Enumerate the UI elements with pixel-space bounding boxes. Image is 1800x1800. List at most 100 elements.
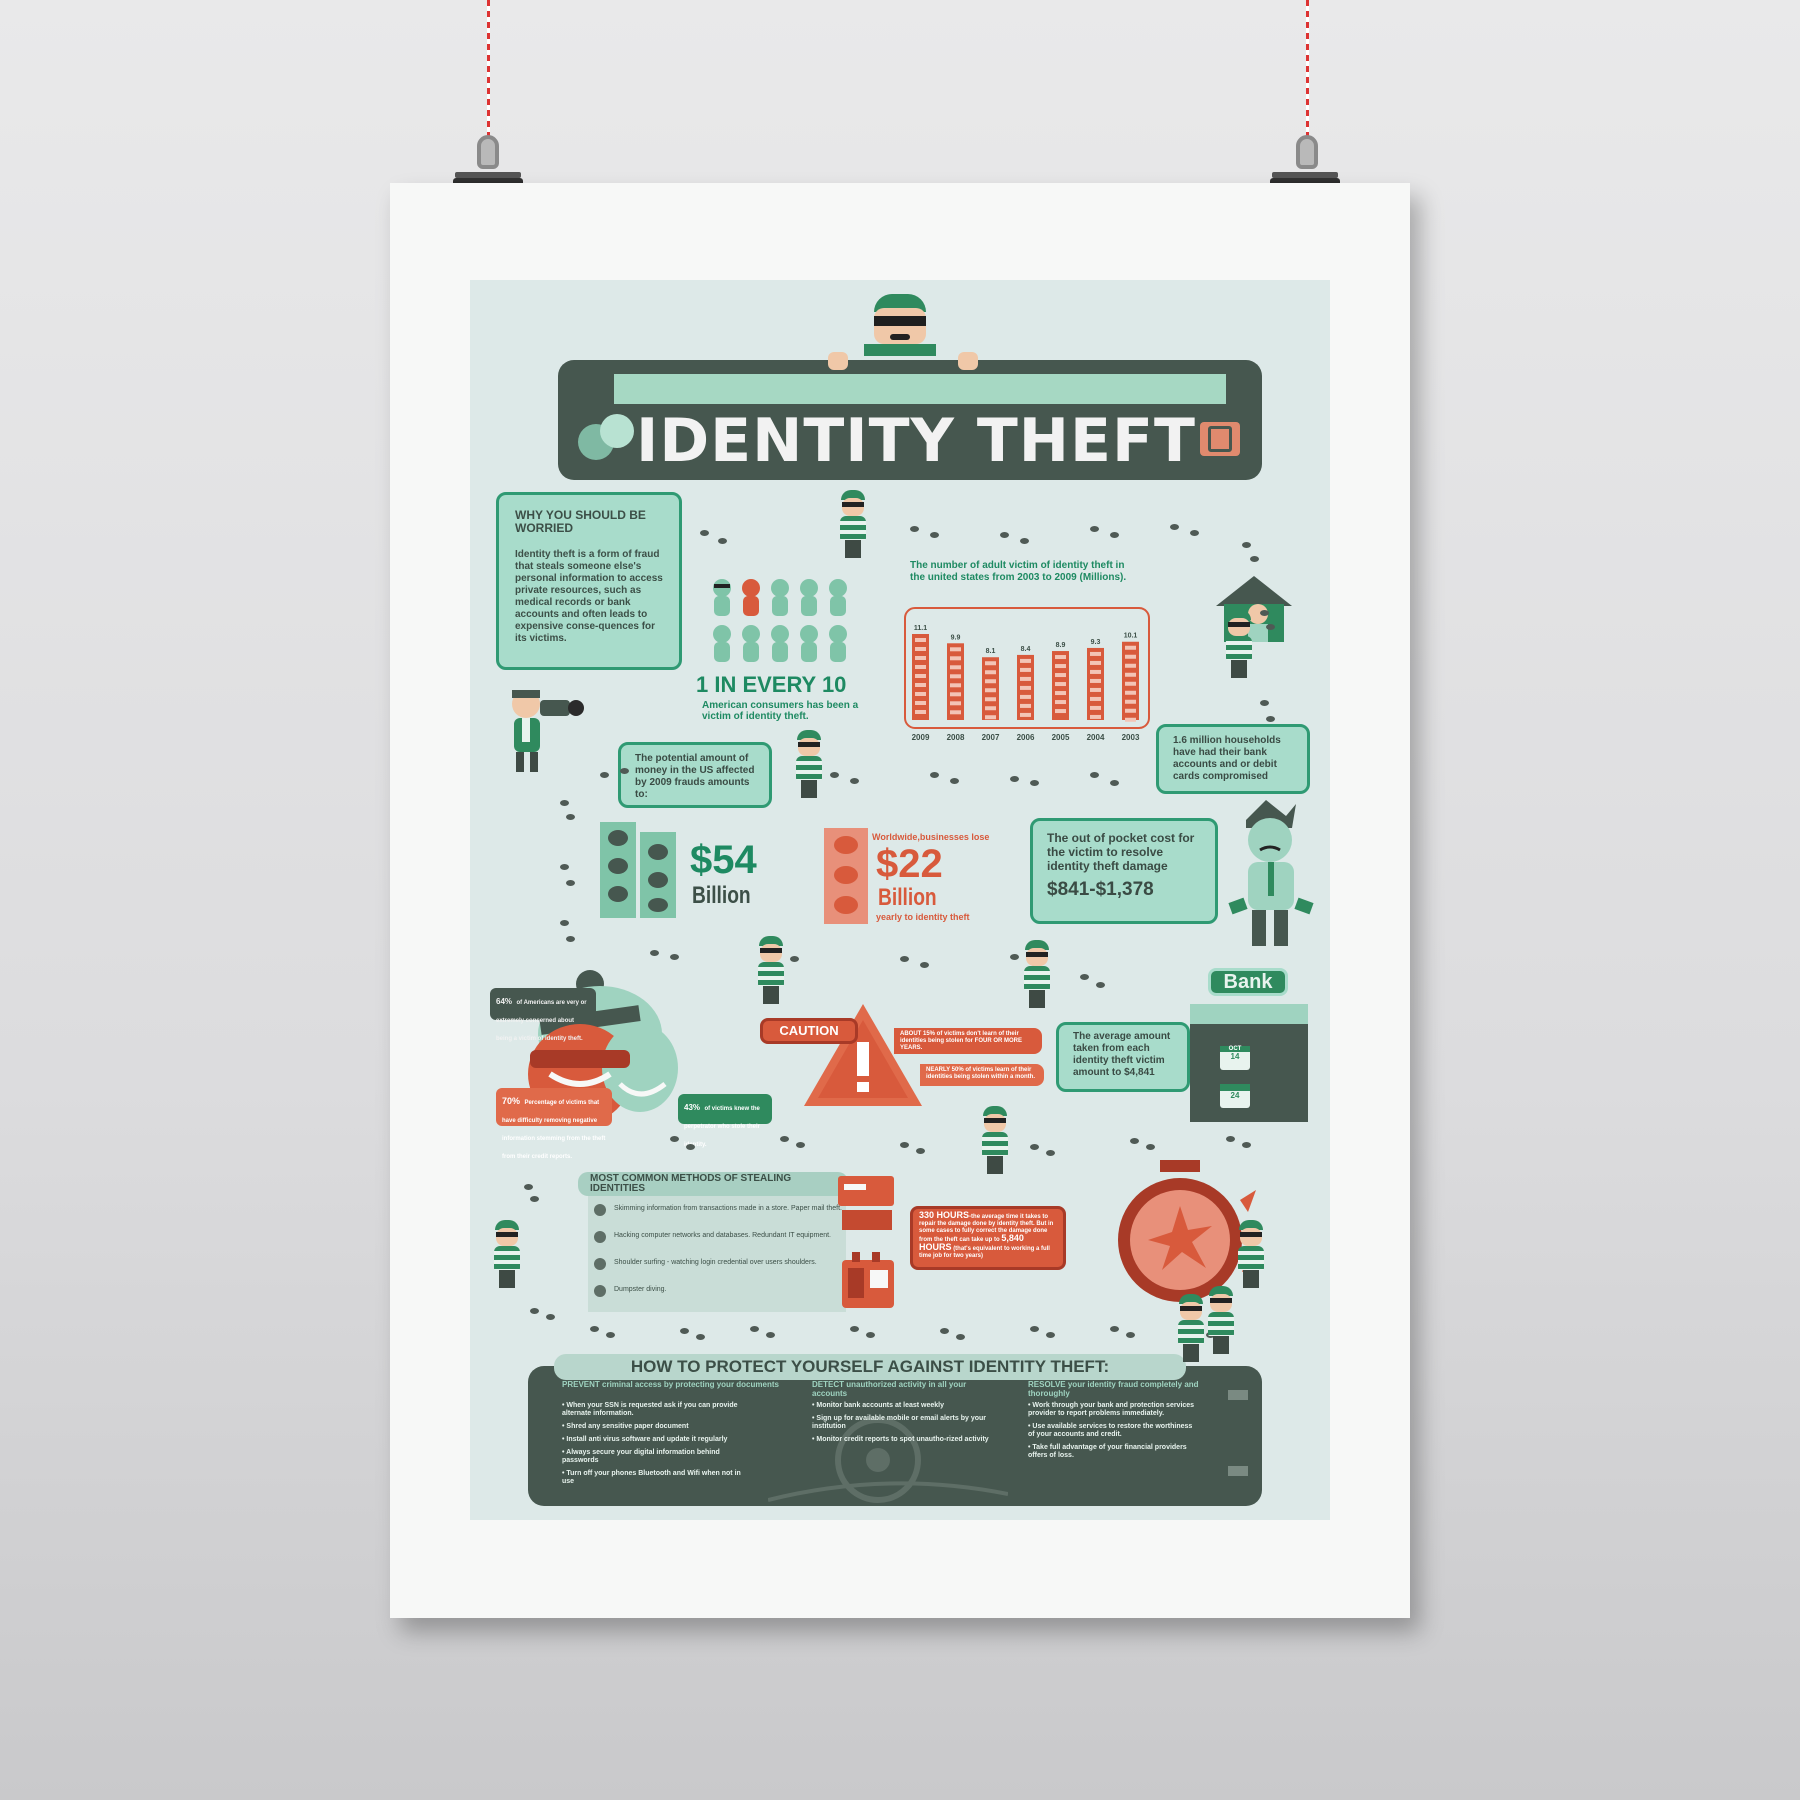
why-worried-heading: WHY YOU SHOULD BE WORRIED <box>515 508 646 535</box>
chart-bar-stripe <box>985 661 996 666</box>
chart-value-label: 11.1 <box>914 625 927 632</box>
footprint-icon <box>830 772 839 778</box>
red-money-stack-icon <box>824 828 868 924</box>
footprint-icon <box>566 880 575 886</box>
chip-card-icon <box>1200 422 1240 456</box>
chart-bar-stripe <box>1020 712 1031 717</box>
footprint-icon <box>1146 1144 1155 1150</box>
protect-tip: • Sign up for available mobile or email … <box>812 1415 986 1430</box>
protect-tip: • Shred any sensitive paper document <box>562 1423 689 1430</box>
footprint-icon <box>866 1332 875 1338</box>
footprint-icon <box>930 532 939 538</box>
footprint-icon <box>560 800 569 806</box>
footprint-icon <box>1190 530 1199 536</box>
chart-bar <box>947 643 964 720</box>
protect-col3-list: • Work through your bank and protection … <box>1028 1402 1198 1465</box>
calendar-day-1: 14 <box>1230 1052 1240 1061</box>
footprint-icon <box>1170 524 1179 530</box>
footprint-icon <box>696 1334 705 1340</box>
clip-ring-right <box>1296 135 1318 169</box>
protect-tip: • Install anti virus software and update… <box>562 1436 728 1443</box>
footprint-icon <box>910 526 919 532</box>
footprint-icon <box>920 962 929 968</box>
footprint-icon <box>670 954 679 960</box>
footprint-icon <box>700 530 709 536</box>
chart-value-label: 10.1 <box>1124 633 1138 640</box>
chart-value-label: 9.3 <box>1091 639 1101 646</box>
protect-tip: • Use available services to restore the … <box>1028 1423 1193 1438</box>
sad-man-illustration <box>1226 800 1316 950</box>
chart-tick-label: 2009 <box>912 733 930 742</box>
difficulty-text: Percentage of victims that have difficul… <box>502 1100 606 1160</box>
difficulty-pct: 70% <box>502 1096 521 1106</box>
footprint-icon <box>1096 982 1105 988</box>
ratio-headline: 1 IN EVERY 10 <box>696 672 847 697</box>
footprint-icon <box>560 864 569 870</box>
chart-bar-stripe <box>950 701 961 706</box>
households-text: 1.6 million households have had their ba… <box>1173 735 1281 782</box>
footprint-icon <box>1090 772 1099 778</box>
footprint-icon <box>950 778 959 784</box>
footprint-icon <box>1130 1138 1139 1144</box>
chart-bar <box>1122 641 1139 720</box>
footprint-icon <box>590 1326 599 1332</box>
chart-bar-stripe <box>1125 717 1136 722</box>
worldwide-lead: Worldwide,businesses lose <box>872 832 990 842</box>
worldwide-tail: yearly to identity theft <box>876 912 970 922</box>
footprint-icon <box>530 1196 539 1202</box>
knew-text: of victims knew the perpetrator who stol… <box>684 1106 761 1148</box>
pocket-cost-text: The out of pocket cost for the victim to… <box>1047 831 1195 873</box>
chart-bar-stripe <box>985 688 996 693</box>
thief-illustration <box>490 1220 524 1290</box>
chart-bar-stripe <box>1090 660 1101 665</box>
credit-card-illustration <box>832 1170 902 1320</box>
chart-bar-stripe <box>1020 667 1031 672</box>
protect-tip: • Monitor bank accounts at least weekly <box>812 1402 944 1409</box>
pocket-cost-range: $841-$1,378 <box>1047 879 1154 900</box>
chart-bar-stripe <box>915 710 926 714</box>
hours-box: 330 HOURS-the average time it takes to r… <box>910 1206 1066 1270</box>
caution-label: CAUTION <box>760 1018 858 1044</box>
footprint-icon <box>780 1136 789 1142</box>
footprint-icon <box>620 768 629 774</box>
thief-illustration <box>754 936 788 1006</box>
potential-text: The potential amount of money in the US … <box>635 753 755 800</box>
thief-illustration <box>1222 610 1256 680</box>
method-item-text: Skimming information from transactions m… <box>614 1205 842 1212</box>
chart-bar-stripe <box>1125 663 1136 668</box>
chart-bar-stripe <box>985 697 996 702</box>
footprint-icon <box>900 956 909 962</box>
worldwide-value: $22 <box>876 842 943 886</box>
protect-tip: • Turn off your phones Bluetooth and Wif… <box>562 1470 741 1485</box>
chart-bar-stripe <box>1090 669 1101 674</box>
footprint-icon <box>1030 780 1039 786</box>
bank-sign: Bank <box>1208 968 1288 996</box>
footprint-icon <box>1090 526 1099 532</box>
chart-bar-stripe <box>915 683 926 687</box>
chart-bar-stripe <box>950 656 961 661</box>
knew-stat-box: 43% of victims knew the perpetrator who … <box>678 1094 772 1148</box>
chart-tick-label: 2005 <box>1052 733 1070 742</box>
footprint-icon <box>680 1328 689 1334</box>
chart-value-label: 9.9 <box>951 634 961 641</box>
methods-list: Skimming information from transactions m… <box>594 1204 842 1312</box>
chart-bar-stripe <box>1055 664 1066 669</box>
thief-illustration <box>792 730 826 800</box>
chart-value-label: 8.4 <box>1021 646 1031 653</box>
method-item: Shoulder surfing - watching login creden… <box>594 1258 842 1276</box>
footprint-icon <box>566 936 575 942</box>
method-item: Dumpster diving. <box>594 1285 842 1303</box>
footprint-icon <box>1242 542 1251 548</box>
thief-illustration <box>836 490 870 560</box>
hand-left-icon <box>828 352 848 370</box>
calendar-icon-2: 24 <box>1220 1084 1250 1108</box>
ratio-caption: American consumers has been a victim of … <box>702 700 859 722</box>
footprint-icon <box>930 772 939 778</box>
chart-bar-stripe <box>915 665 926 669</box>
chart-bar-stripe <box>1125 672 1136 677</box>
footprint-icon <box>1010 776 1019 782</box>
chart-bar-stripe <box>915 656 926 660</box>
infographic-poster: IDENTITY THEFT WHY YOU SHOULD BE WORRIED… <box>470 280 1330 1520</box>
chart-bar-stripe <box>1090 651 1101 656</box>
chart-bar-stripe <box>915 701 926 705</box>
